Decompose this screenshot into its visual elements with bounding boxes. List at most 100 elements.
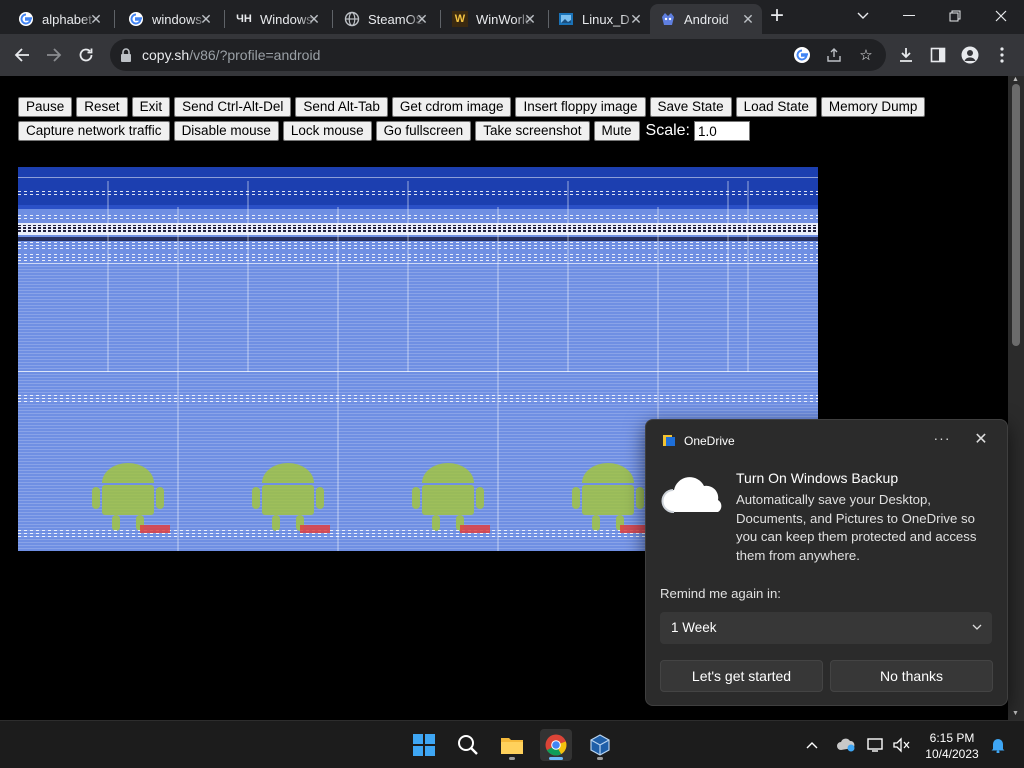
close-window-icon[interactable] xyxy=(978,0,1024,32)
clock-date: 10/4/2023 xyxy=(925,747,979,761)
download-icon[interactable] xyxy=(892,41,920,69)
tab-android[interactable]: Android ✕ xyxy=(650,4,762,34)
bookmark-star-icon[interactable]: ☆ xyxy=(856,45,876,65)
disable-mouse-button[interactable]: Disable mouse xyxy=(173,121,279,141)
google-lens-icon[interactable] xyxy=(792,45,812,65)
tab-separator xyxy=(332,10,333,28)
lets-get-started-button[interactable]: Let's get started xyxy=(660,660,823,692)
scroll-down-icon[interactable]: ▼ xyxy=(1012,710,1019,717)
chrome-icon[interactable] xyxy=(540,729,572,761)
lock-mouse-button[interactable]: Lock mouse xyxy=(282,121,372,141)
no-thanks-button[interactable]: No thanks xyxy=(830,660,993,692)
profile-avatar-icon[interactable] xyxy=(956,41,984,69)
save-state-button[interactable]: Save State xyxy=(649,97,732,117)
chevron-up-icon[interactable] xyxy=(802,735,822,755)
more-options-icon[interactable]: ··· xyxy=(930,430,954,450)
insert-floppy-image-button[interactable]: Insert floppy image xyxy=(515,97,646,117)
onedrive-notification: OneDrive ··· ✕ Turn On Windows Backup Au… xyxy=(645,419,1008,706)
emulator-controls-row1: Pause Reset Exit Send Ctrl-Alt-Del Send … xyxy=(18,97,926,117)
exit-button[interactable]: Exit xyxy=(131,97,171,117)
tab-separator xyxy=(114,10,115,28)
scrollbar-thumb[interactable] xyxy=(1012,84,1020,346)
running-indicator xyxy=(509,757,515,760)
forward-icon[interactable] xyxy=(40,41,68,69)
remind-label: Remind me again in: xyxy=(660,586,781,601)
network-icon[interactable] xyxy=(866,735,886,755)
winworld-icon: W xyxy=(452,11,468,27)
send-alt-tab-button[interactable]: Send Alt-Tab xyxy=(295,97,388,117)
tab-alphabet[interactable]: alphabet ✕ xyxy=(8,4,110,34)
volume-muted-icon[interactable] xyxy=(892,735,912,755)
tab-winworld[interactable]: W WinWorld ✕ xyxy=(442,4,544,34)
onedrive-app-icon xyxy=(662,433,676,452)
menu-kebab-icon[interactable] xyxy=(988,41,1016,69)
running-indicator xyxy=(549,757,563,760)
send-ctrl-alt-del-button[interactable]: Send Ctrl-Alt-Del xyxy=(174,97,292,117)
emulator-controls-row2: Capture network traffic Disable mouse Lo… xyxy=(18,121,750,141)
reset-button[interactable]: Reset xyxy=(76,97,128,117)
close-tab-icon[interactable]: ✕ xyxy=(740,11,756,27)
page-scrollbar[interactable]: ▲ ▼ xyxy=(1008,76,1024,720)
tab-steamos[interactable]: SteamOS ✕ xyxy=(334,4,436,34)
image-icon xyxy=(558,11,574,27)
url-path: /v86/?profile=android xyxy=(189,47,321,63)
globe-icon xyxy=(344,11,360,27)
scale-input[interactable] xyxy=(694,121,750,141)
cloud-icon xyxy=(660,474,722,521)
close-tab-icon[interactable]: ✕ xyxy=(628,11,644,27)
remind-interval-select[interactable]: 1 Week xyxy=(660,612,992,644)
toast-app-name: OneDrive xyxy=(684,434,735,448)
tab-strip: alphabet ✕ windows ✕ ЧН Windows ✕ SteamO… xyxy=(0,0,1024,34)
mute-button[interactable]: Mute xyxy=(593,121,640,141)
close-tab-icon[interactable]: ✕ xyxy=(88,11,104,27)
onedrive-tray-icon[interactable] xyxy=(836,735,856,755)
load-state-button[interactable]: Load State xyxy=(735,97,817,117)
search-icon[interactable] xyxy=(452,729,484,761)
tab-separator xyxy=(440,10,441,28)
notification-bell-icon[interactable] xyxy=(988,735,1008,755)
v86-icon xyxy=(660,11,676,27)
wiki-icon: ЧН xyxy=(236,13,252,25)
tab-windows[interactable]: windows ✕ xyxy=(118,4,220,34)
restore-icon[interactable] xyxy=(932,0,978,32)
go-fullscreen-button[interactable]: Go fullscreen xyxy=(375,121,472,141)
reload-icon[interactable] xyxy=(72,41,100,69)
clock-time: 6:15 PM xyxy=(929,731,975,745)
close-icon[interactable]: ✕ xyxy=(970,430,992,450)
chevron-down-icon xyxy=(972,619,982,633)
virtualbox-icon[interactable] xyxy=(584,729,616,761)
back-icon[interactable] xyxy=(8,41,36,69)
windows-start-icon[interactable] xyxy=(408,729,440,761)
scroll-up-icon[interactable]: ▲ xyxy=(1012,76,1019,83)
memory-dump-button[interactable]: Memory Dump xyxy=(820,97,926,117)
tab-title: Android xyxy=(684,11,729,27)
get-cdrom-image-button[interactable]: Get cdrom image xyxy=(391,97,512,117)
lock-icon[interactable] xyxy=(120,47,134,63)
tab-separator xyxy=(224,10,225,28)
new-tab-button[interactable]: + xyxy=(762,0,792,32)
tab-windows-wiki[interactable]: ЧН Windows ✕ xyxy=(226,4,328,34)
tab-linux[interactable]: Linux_D ✕ xyxy=(548,4,650,34)
close-tab-icon[interactable]: ✕ xyxy=(522,11,538,27)
address-bar[interactable]: copy.sh/v86/?profile=android ☆ xyxy=(110,39,886,71)
share-icon[interactable] xyxy=(824,45,844,65)
capture-network-traffic-button[interactable]: Capture network traffic xyxy=(18,121,170,141)
browser-toolbar: copy.sh/v86/?profile=android ☆ xyxy=(0,34,1024,76)
file-explorer-icon[interactable] xyxy=(496,729,528,761)
close-tab-icon[interactable]: ✕ xyxy=(198,11,214,27)
taskbar: 6:15 PM 10/4/2023 xyxy=(0,720,1024,768)
url-host: copy.sh xyxy=(142,47,190,63)
google-icon xyxy=(128,11,144,27)
side-panel-icon[interactable] xyxy=(924,41,952,69)
running-indicator xyxy=(597,757,603,760)
take-screenshot-button[interactable]: Take screenshot xyxy=(475,121,590,141)
toast-body: Automatically save your Desktop, Documen… xyxy=(736,492,977,563)
scale-label: Scale: xyxy=(645,122,690,139)
url-text[interactable]: copy.sh/v86/?profile=android xyxy=(142,47,320,63)
taskbar-clock[interactable]: 6:15 PM 10/4/2023 xyxy=(914,730,990,762)
close-tab-icon[interactable]: ✕ xyxy=(414,11,430,27)
pause-button[interactable]: Pause xyxy=(18,97,73,117)
minimize-icon[interactable] xyxy=(886,0,932,32)
tab-search-icon[interactable] xyxy=(840,0,886,32)
close-tab-icon[interactable]: ✕ xyxy=(306,11,322,27)
